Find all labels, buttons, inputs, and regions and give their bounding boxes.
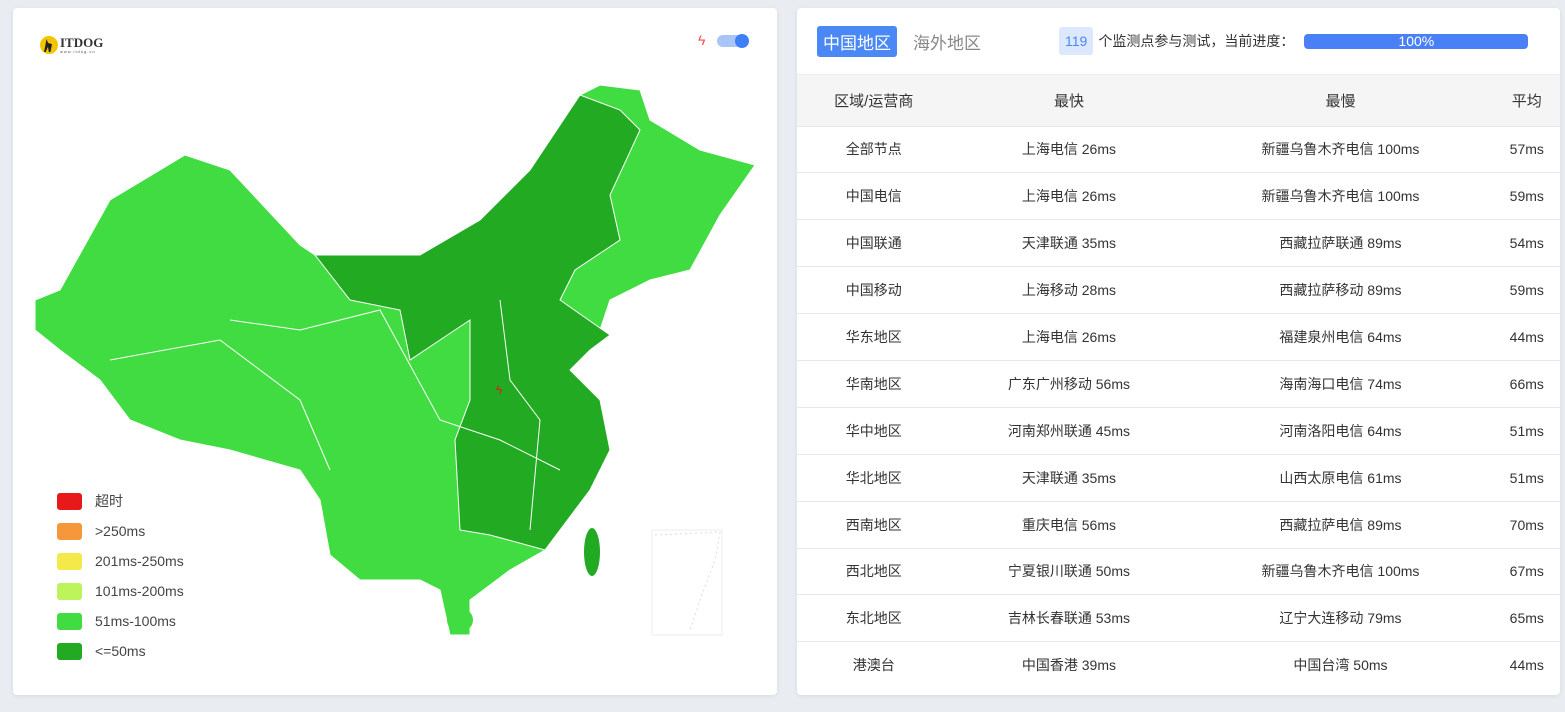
tab-china[interactable]: 中国地区 [817, 25, 897, 57]
table-row: 中国联通 天津联通 35ms 西藏拉萨联通 89ms 54ms [797, 219, 1560, 267]
table-cell: 全部节点 [797, 125, 951, 173]
table-cell: 中国移动 [797, 266, 951, 314]
table-cell: 华中地区 [797, 406, 951, 455]
table-cell: 67ms [1493, 547, 1560, 595]
table-cell: 59ms [1493, 172, 1560, 220]
legend-item: <=50ms [57, 636, 184, 666]
table-cell: 上海电信 26ms [950, 313, 1188, 361]
table-cell: 新疆乌鲁木齐电信 100ms [1187, 547, 1494, 595]
legend-item: 101ms-200ms [57, 576, 184, 606]
table-cell: 中国电信 [797, 172, 951, 220]
table-cell: 59ms [1493, 266, 1560, 314]
table-cell: 西藏拉萨联通 89ms [1187, 219, 1494, 267]
table-cell: 中国联通 [797, 219, 951, 267]
node-count-badge: 119 [1059, 27, 1094, 55]
column-header: 最快 [950, 75, 1188, 126]
table-cell: 福建泉州电信 64ms [1187, 313, 1494, 361]
legend-item: >250ms [57, 516, 184, 546]
table-cell: 西藏拉萨电信 89ms [1187, 500, 1494, 549]
table-cell: 天津联通 35ms [950, 219, 1188, 267]
column-header: 平均 [1493, 75, 1560, 126]
table-cell: 新疆乌鲁木齐电信 100ms [1187, 172, 1494, 220]
table-row: 华中地区 河南郑州联通 45ms 河南洛阳电信 64ms 51ms [797, 406, 1560, 455]
table-row: 中国电信 上海电信 26ms 新疆乌鲁木齐电信 100ms 59ms [797, 172, 1560, 220]
table-cell: 中国香港 39ms [950, 641, 1188, 689]
legend-item: 超时 [57, 486, 184, 516]
table-cell: 51ms [1493, 453, 1560, 502]
table-row: 华北地区 天津联通 35ms 山西太原电信 61ms 51ms [797, 453, 1560, 502]
table-cell: 山西太原电信 61ms [1187, 453, 1494, 502]
south-sea-inset [651, 529, 723, 636]
results-panel: 中国地区 海外地区 119 个监测点参与测试，当前进度： 100% 区域/运营商… [797, 8, 1560, 695]
table-cell: 重庆电信 56ms [950, 500, 1188, 549]
table-cell: 70ms [1493, 500, 1560, 549]
table-cell: 海南海口电信 74ms [1187, 359, 1494, 408]
table-cell: 东北地区 [797, 594, 951, 642]
table-cell: 西藏拉萨移动 89ms [1187, 266, 1494, 314]
column-header: 最慢 [1187, 75, 1494, 126]
table-row: 中国移动 上海移动 28ms 西藏拉萨移动 89ms 59ms [797, 266, 1560, 314]
table-row: 西北地区 宁夏银川联通 50ms 新疆乌鲁木齐电信 100ms 67ms [797, 547, 1560, 595]
table-cell: 华南地区 [797, 359, 951, 408]
column-header: 区域/运营商 [797, 75, 951, 126]
table-cell: 宁夏银川联通 50ms [950, 547, 1188, 595]
results-table: 区域/运营商 最快 最慢 平均 全部节点 上海电信 26ms 新疆乌鲁木齐电信 100ms… [797, 75, 1560, 689]
table-row: 西南地区 重庆电信 56ms 西藏拉萨电信 89ms 70ms [797, 500, 1560, 549]
legend: 超时 >250ms 201ms-250ms 101ms-200ms 51ms-1… [57, 486, 184, 666]
table-cell: 港澳台 [797, 641, 951, 689]
table-row: 港澳台 中国香港 39ms 中国台湾 50ms 44ms [797, 641, 1560, 689]
table-row: 华南地区 广东广州移动 56ms 海南海口电信 74ms 66ms [797, 359, 1560, 408]
table-cell: 西南地区 [797, 500, 951, 549]
table-cell: 上海电信 26ms [950, 125, 1188, 173]
table-cell: 河南郑州联通 45ms [950, 406, 1188, 455]
progress-label: 个监测点参与测试，当前进度： [1098, 33, 1295, 49]
progress-bar: 100% [1304, 33, 1529, 49]
region-hainan [447, 608, 473, 632]
table-cell: 华北地区 [797, 453, 951, 502]
table-cell: 57ms [1493, 125, 1560, 173]
table-row: 东北地区 吉林长春联通 53ms 辽宁大连移动 79ms 65ms [797, 594, 1560, 642]
map-panel: ITDOG www.itdog.cn ϟ ϟ 超时 >250ms 201ms-25… [13, 8, 777, 695]
table-cell: 上海移动 28ms [950, 266, 1188, 314]
table-cell: 65ms [1493, 594, 1560, 642]
table-cell: 华东地区 [797, 313, 951, 361]
table-cell: 44ms [1493, 313, 1560, 361]
table-cell: 广东广州移动 56ms [950, 359, 1188, 408]
legend-item: 201ms-250ms [57, 546, 184, 576]
table-cell: 辽宁大连移动 79ms [1187, 594, 1494, 642]
table-cell: 西北地区 [797, 547, 951, 595]
table-cell: 新疆乌鲁木齐电信 100ms [1187, 125, 1494, 173]
table-cell: 吉林长春联通 53ms [950, 594, 1188, 642]
table-cell: 66ms [1493, 359, 1560, 408]
table-cell: 51ms [1493, 406, 1560, 455]
table-row: 全部节点 上海电信 26ms 新疆乌鲁木齐电信 100ms 57ms [797, 125, 1560, 173]
tab-overseas[interactable]: 海外地区 [907, 26, 987, 57]
table-cell: 中国台湾 50ms [1187, 641, 1494, 689]
probe-bolt-icon: ϟ [496, 383, 503, 397]
region-taiwan [584, 528, 600, 576]
table-cell: 44ms [1493, 641, 1560, 689]
table-cell: 河南洛阳电信 64ms [1187, 406, 1494, 455]
table-cell: 天津联通 35ms [950, 453, 1188, 502]
table-cell: 54ms [1493, 219, 1560, 267]
table-row: 华东地区 上海电信 26ms 福建泉州电信 64ms 44ms [797, 313, 1560, 361]
legend-item: 51ms-100ms [57, 606, 184, 636]
table-cell: 上海电信 26ms [950, 172, 1188, 220]
